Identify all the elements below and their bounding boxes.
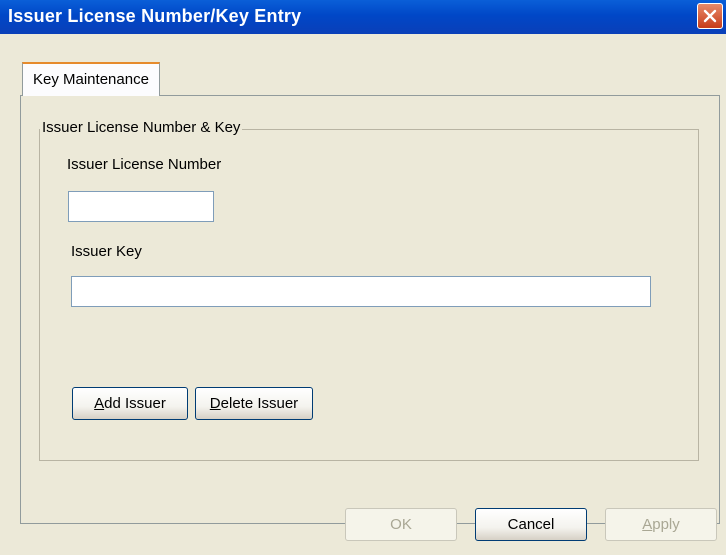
- delete-issuer-label: elete Issuer: [220, 395, 299, 412]
- window-title: Issuer License Number/Key Entry: [8, 6, 302, 26]
- add-issuer-button[interactable]: Add Issuer: [72, 387, 188, 420]
- cancel-button[interactable]: Cancel: [475, 508, 587, 541]
- title-bar: Issuer License Number/Key Entry: [0, 0, 726, 34]
- apply-label: pply: [652, 516, 680, 533]
- issuer-groupbox: Issuer License Number & Key Issuer Licen…: [39, 119, 699, 461]
- groupbox-title: Issuer License Number & Key: [40, 119, 243, 136]
- dialog-body: Key Maintenance Issuer License Number & …: [0, 34, 726, 555]
- delete-issuer-button[interactable]: Delete Issuer: [195, 387, 313, 420]
- add-issuer-label: dd Issuer: [104, 395, 166, 412]
- issuer-key-label: Issuer Key: [71, 243, 142, 260]
- close-button[interactable]: [697, 3, 723, 29]
- apply-mnemonic: A: [642, 516, 653, 533]
- close-icon: [703, 9, 717, 23]
- license-number-input[interactable]: [68, 191, 214, 222]
- license-number-label: Issuer License Number: [67, 156, 222, 173]
- add-issuer-mnemonic: A: [94, 395, 105, 412]
- delete-issuer-mnemonic: D: [209, 395, 221, 412]
- apply-button[interactable]: Apply: [605, 508, 717, 541]
- issuer-key-input[interactable]: [71, 276, 651, 307]
- ok-button[interactable]: OK: [345, 508, 457, 541]
- tab-panel: Issuer License Number & Key Issuer Licen…: [20, 95, 720, 524]
- tab-key-maintenance[interactable]: Key Maintenance: [22, 62, 160, 96]
